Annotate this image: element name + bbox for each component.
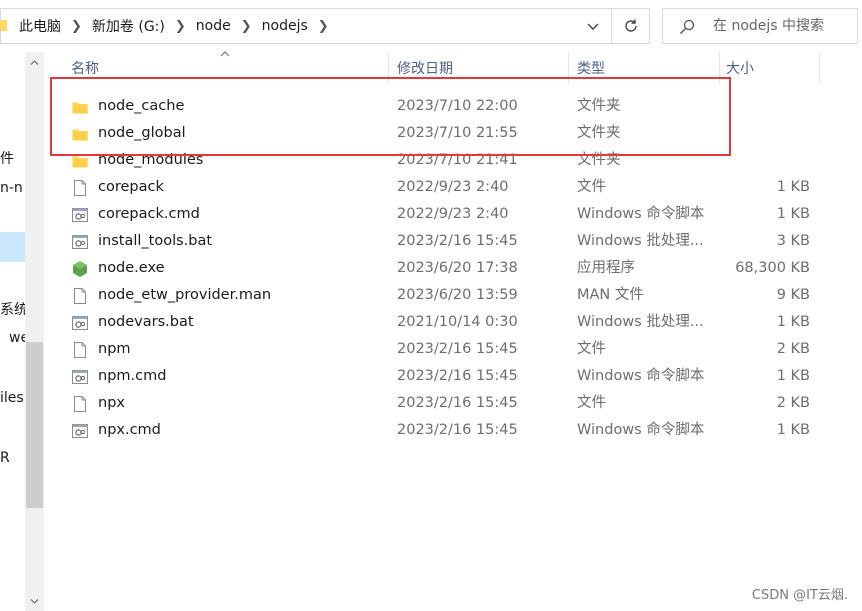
file-date-modified: 2022/9/23 2:40 [397,179,509,195]
refresh-icon [624,19,637,32]
file-name: npm [98,341,131,357]
file-icon [74,342,86,358]
refresh-button[interactable] [612,8,650,44]
file-date-modified: 2023/6/20 17:38 [397,260,518,276]
file-size: 1 KB [776,422,810,438]
chevron-down-icon[interactable] [585,18,601,34]
file-name: corepack [98,179,164,195]
file-name: install_tools.bat [98,233,213,249]
nav-item-fragment[interactable]: 件 [0,148,25,168]
watermark: CSDN @IT云烟. [751,588,848,603]
script-icon [72,235,88,249]
file-date-modified: 2023/2/16 15:45 [397,341,518,357]
file-icon [74,288,86,304]
file-name: nodevars.bat [98,314,194,330]
script-icon [72,370,88,384]
nav-item-fragment[interactable]: 系统 [0,299,25,319]
file-name: npm.cmd [98,368,167,384]
nav-item-fragment[interactable]: iles [0,390,25,406]
file-row[interactable]: corepack 2022/9/23 2:40 文件 1 KB [52,174,822,201]
search-placeholder: 在 nodejs 中搜索 [713,18,825,34]
file-type: Windows 批处理... [577,233,704,249]
file-size: 3 KB [776,233,810,249]
file-type: 应用程序 [577,260,635,276]
search-input[interactable]: 在 nodejs 中搜索 [662,8,858,44]
file-row[interactable]: node.exe 2023/6/20 17:38 应用程序 68,300 KB [52,255,822,282]
file-date-modified: 2023/6/20 13:59 [397,287,518,303]
file-type: Windows 命令脚本 [577,368,705,384]
file-size: 1 KB [776,179,810,195]
file-row[interactable]: node_etw_provider.man 2023/6/20 13:59 MAN … [52,282,822,309]
file-icon [74,396,86,412]
nav-item-fragment[interactable]: we [9,330,25,346]
file-type: 文件 [577,341,606,357]
script-icon [72,316,88,330]
search-icon [679,19,695,35]
breadcrumb-node[interactable]: node [196,18,231,34]
file-size: 2 KB [776,341,810,357]
file-row[interactable]: npx 2023/2/16 15:45 文件 2 KB [52,390,822,417]
nav-scrollbar-thumb[interactable] [26,342,43,508]
chevron-right-icon[interactable]: ❯ [175,19,186,34]
file-date-modified: 2023/2/16 15:45 [397,233,518,249]
file-size: 1 KB [776,368,810,384]
file-name: npx.cmd [98,422,161,438]
nav-scrollbar[interactable] [25,52,44,611]
file-type: Windows 批处理... [577,314,704,330]
file-size: 9 KB [776,287,810,303]
file-icon [74,180,86,196]
script-icon [72,424,88,438]
file-date-modified: 2023/2/16 15:45 [397,395,518,411]
breadcrumb-drive-g[interactable]: 新加卷 (G:) [92,16,165,36]
file-type: Windows 命令脚本 [577,422,705,438]
address-bar[interactable]: 此电脑 ❯ 新加卷 (G:) ❯ node ❯ nodejs ❯ [0,8,612,44]
file-size: 2 KB [776,395,810,411]
file-row[interactable]: corepack.cmd 2022/9/23 2:40 Windows 命令脚本 1 … [52,201,822,228]
file-name: corepack.cmd [98,206,200,222]
file-name: node.exe [98,260,165,276]
navigation-pane: 件 n-n 系统 we iles R [0,52,44,611]
file-row[interactable]: npm 2023/2/16 15:45 文件 2 KB [52,336,822,363]
file-type: 文件 [577,395,606,411]
script-icon [72,208,88,222]
file-date-modified: 2021/10/14 0:30 [397,314,518,330]
file-date-modified: 2023/2/16 15:45 [397,368,518,384]
file-name: node_etw_provider.man [98,287,272,303]
file-row[interactable]: nodevars.bat 2021/10/14 0:30 Windows 批处理..… [52,309,822,336]
breadcrumb-nodejs[interactable]: nodejs [262,18,308,34]
file-size: 68,300 KB [735,260,810,276]
file-size: 1 KB [776,206,810,222]
node-exe-icon [73,261,87,277]
breadcrumb: 此电脑 ❯ 新加卷 (G:) ❯ node ❯ nodejs ❯ [19,9,339,43]
file-row[interactable]: npm.cmd 2023/2/16 15:45 Windows 命令脚本 1 KB [52,363,822,390]
file-date-modified: 2023/2/16 15:45 [397,422,518,438]
scroll-up-icon[interactable] [30,58,39,67]
file-row[interactable]: npx.cmd 2023/2/16 15:45 Windows 命令脚本 1 KB [52,417,822,444]
scroll-down-icon[interactable] [30,597,39,606]
file-size: 1 KB [776,314,810,330]
file-name: npx [98,395,125,411]
highlight-box [50,77,731,156]
chevron-right-icon[interactable]: ❯ [241,19,252,34]
file-type: 文件 [577,179,606,195]
column-divider[interactable] [819,52,820,84]
chevron-right-icon[interactable]: ❯ [71,19,82,34]
nav-selected-item[interactable] [0,232,25,262]
nav-item-fragment[interactable]: R [0,450,25,466]
chevron-right-icon[interactable]: ❯ [318,19,329,34]
file-row[interactable]: install_tools.bat 2023/2/16 15:45 Windows … [52,228,822,255]
file-type: MAN 文件 [577,287,644,303]
breadcrumb-this-pc[interactable]: 此电脑 [19,16,61,36]
nav-item-fragment[interactable]: n-n [0,180,25,196]
folder-icon [0,20,7,31]
file-type: Windows 命令脚本 [577,206,705,222]
file-date-modified: 2022/9/23 2:40 [397,206,509,222]
